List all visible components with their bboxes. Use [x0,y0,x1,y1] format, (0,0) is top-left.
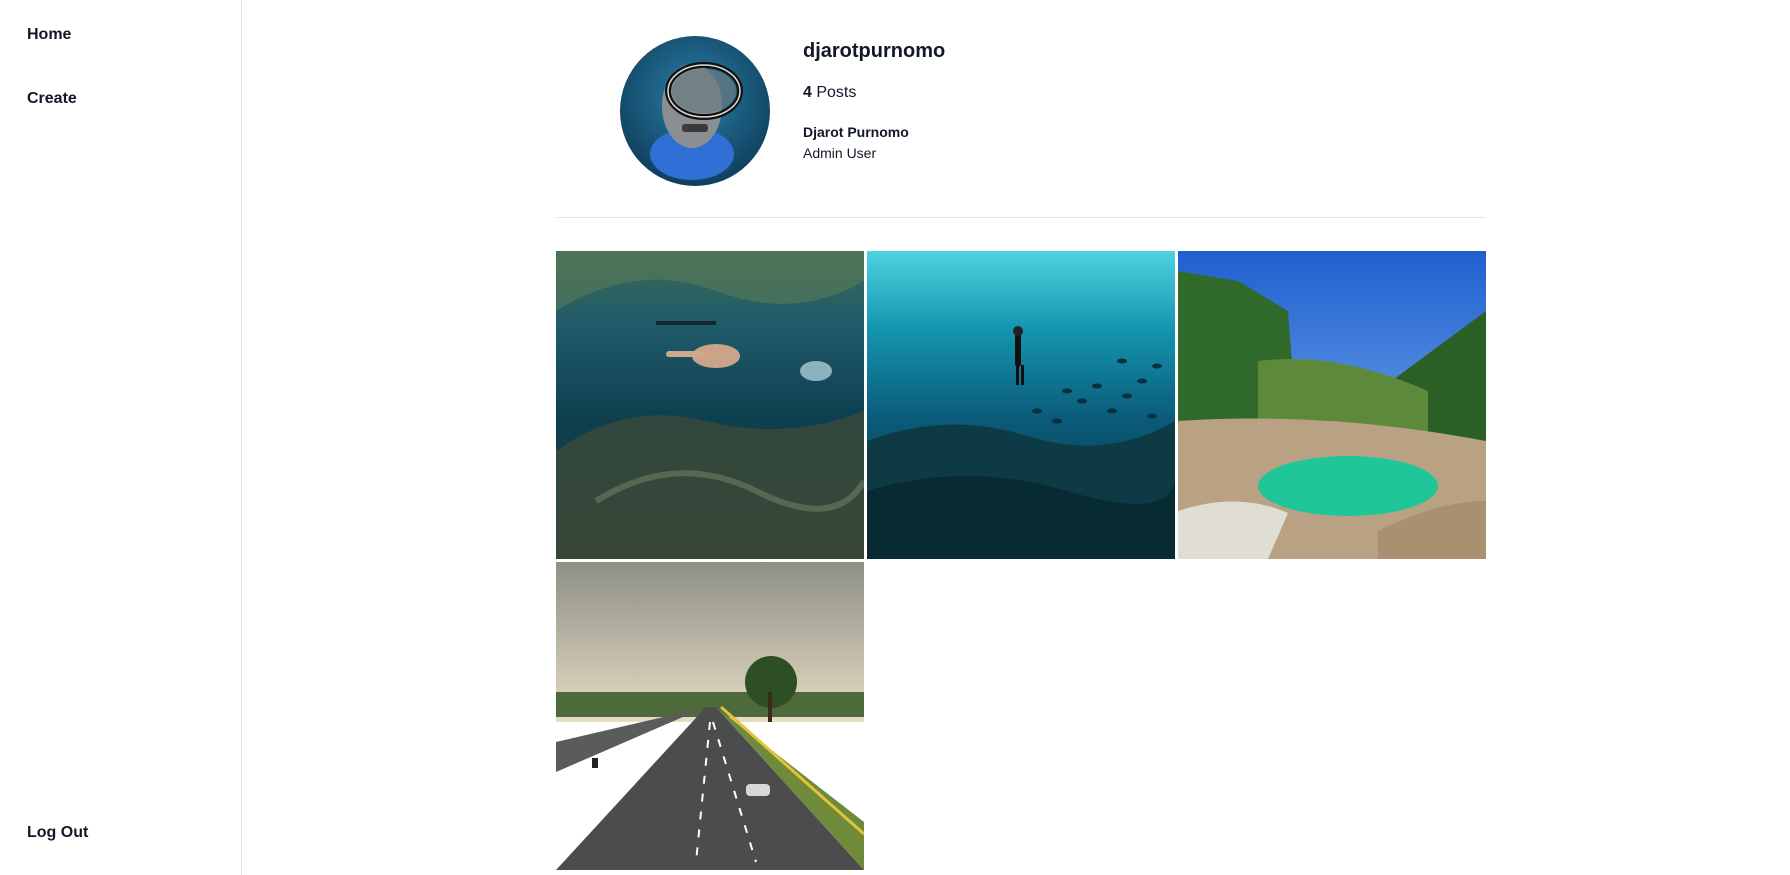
profile-avatar [620,36,770,186]
post-tile[interactable] [556,251,864,559]
waterfall-green-pool-image [1178,251,1486,559]
nav-logout-link[interactable]: Log Out [27,824,88,842]
profile-bio: Admin User [803,145,877,161]
post-tile[interactable] [1178,251,1486,559]
snorkeler-underwater-image [556,251,864,559]
post-count-label: Posts [816,84,857,101]
highway-road-image [556,562,864,870]
nav-create-link[interactable]: Create [27,90,77,108]
profile-divider [556,217,1486,218]
nav-home-link[interactable]: Home [27,26,71,44]
profile-full-name: Djarot Purnomo [803,124,909,140]
post-count: 4 Posts [803,84,856,102]
post-tile[interactable] [556,562,864,870]
sidebar: Home Create Log Out [0,0,242,875]
profile-main: djarotpurnomo 4 Posts Djarot Purnomo Adm… [243,0,1790,875]
profile-username: djarotpurnomo [803,40,946,62]
post-tile[interactable] [867,251,1175,559]
post-count-number: 4 [803,84,812,101]
freediver-with-fish-image [867,251,1175,559]
